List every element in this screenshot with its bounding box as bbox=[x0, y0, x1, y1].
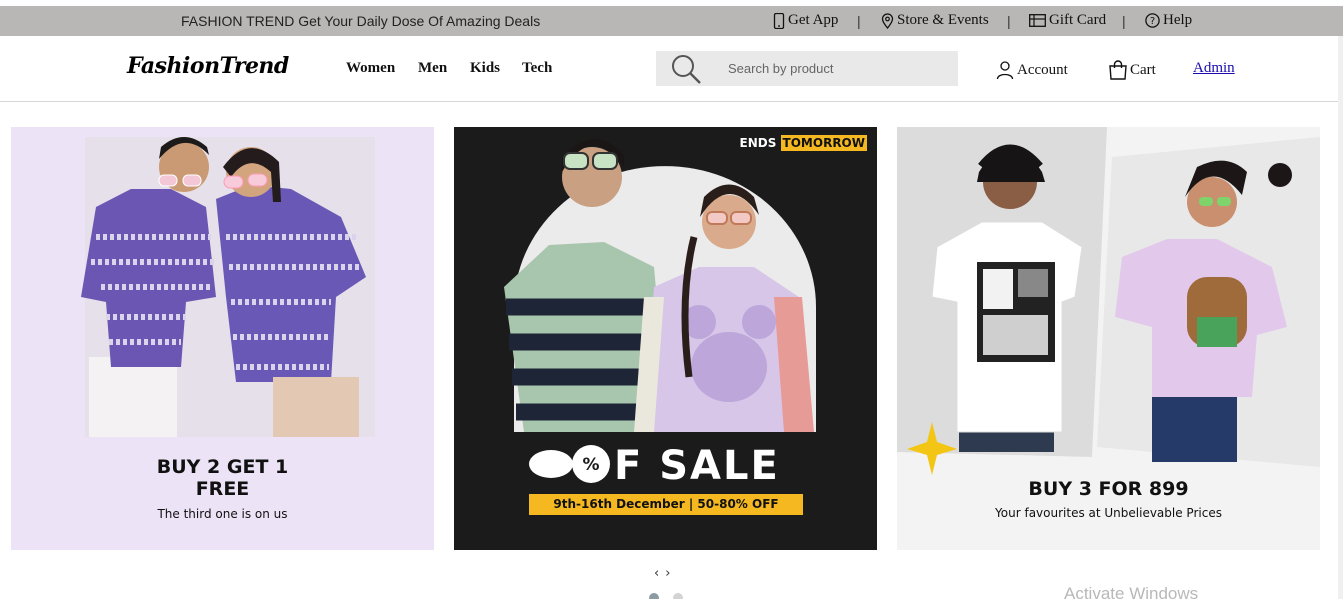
get-app-link[interactable]: Get App bbox=[773, 12, 838, 29]
admin-link[interactable]: Admin bbox=[1193, 60, 1235, 77]
gift-card-link[interactable]: Gift Card bbox=[1029, 12, 1106, 29]
carousel-next-button[interactable]: › bbox=[665, 566, 676, 581]
activate-windows-watermark: Activate Windows bbox=[1064, 584, 1199, 599]
svg-text:%: % bbox=[582, 455, 599, 475]
store-events-label: Store & Events bbox=[897, 12, 989, 28]
shopping-bag-icon bbox=[1109, 60, 1127, 80]
page-scrollbar[interactable] bbox=[1338, 36, 1343, 599]
cart-link[interactable]: Cart bbox=[1108, 60, 1156, 80]
help-label: Help bbox=[1163, 12, 1193, 28]
carousel-prev-button[interactable]: ‹ bbox=[654, 566, 665, 581]
search-button[interactable] bbox=[656, 51, 718, 86]
sale-date-strip: 9th-16th December | 50-80% OFF bbox=[529, 494, 803, 515]
nav-tech[interactable]: Tech bbox=[522, 60, 552, 77]
site-header: FashionTrend Women Men Kids Tech Account… bbox=[0, 36, 1343, 102]
badge-prefix: ENDS bbox=[739, 136, 777, 150]
carousel-dot[interactable] bbox=[673, 593, 683, 599]
divider: | bbox=[1007, 13, 1011, 29]
promo-banner-buy3for899[interactable]: BUY 3 FOR 899 Your favourites at Unbelie… bbox=[897, 127, 1320, 550]
divider: | bbox=[857, 13, 861, 29]
help-icon: ? bbox=[1145, 13, 1160, 28]
nav-women[interactable]: Women bbox=[346, 60, 395, 77]
banner1-title-line2: FREE bbox=[195, 478, 250, 500]
nav-men[interactable]: Men bbox=[418, 60, 447, 77]
badge-highlight: TOMORROW bbox=[780, 135, 867, 151]
svg-text:?: ? bbox=[1150, 16, 1155, 27]
search-input[interactable] bbox=[718, 51, 958, 86]
help-link[interactable]: ? Help bbox=[1145, 12, 1192, 29]
divider: | bbox=[1122, 13, 1126, 29]
carousel-dot-active[interactable] bbox=[649, 593, 659, 599]
ends-tomorrow-badge: ENDS TOMORROW bbox=[739, 135, 867, 151]
gift-card-icon bbox=[1029, 14, 1046, 27]
gift-card-label: Gift Card bbox=[1049, 12, 1107, 28]
account-link[interactable]: Account bbox=[996, 60, 1068, 80]
promo-banner-buy2get1[interactable]: BUY 2 GET 1 FREE The third one is on us bbox=[11, 127, 434, 550]
site-logo[interactable]: FashionTrend bbox=[127, 53, 289, 79]
nav-kids[interactable]: Kids bbox=[470, 60, 500, 77]
user-icon bbox=[996, 61, 1014, 80]
cart-label: Cart bbox=[1130, 61, 1156, 78]
promo-banner-oof-sale[interactable]: % ENDS TOMORROW F SALE 9th-16th December… bbox=[454, 127, 877, 550]
carousel-controls: ‹› bbox=[654, 566, 676, 581]
banner3-subtitle: Your favourites at Unbelievable Prices bbox=[995, 506, 1222, 520]
phone-icon bbox=[773, 12, 785, 29]
store-events-link[interactable]: Store & Events bbox=[881, 12, 989, 29]
search-icon bbox=[672, 54, 701, 84]
sale-headline: F SALE bbox=[614, 443, 780, 489]
location-pin-icon bbox=[881, 12, 894, 29]
banner1-title-line1: BUY 2 GET 1 bbox=[156, 456, 289, 478]
get-app-label: Get App bbox=[788, 12, 839, 28]
top-promo-bar: FASHION TREND Get Your Daily Dose Of Ama… bbox=[0, 6, 1343, 36]
banner3-title: BUY 3 FOR 899 bbox=[1028, 478, 1189, 500]
banner1-subtitle: The third one is on us bbox=[157, 507, 288, 521]
account-label: Account bbox=[1017, 61, 1068, 78]
promo-text: FASHION TREND Get Your Daily Dose Of Ama… bbox=[181, 13, 541, 29]
